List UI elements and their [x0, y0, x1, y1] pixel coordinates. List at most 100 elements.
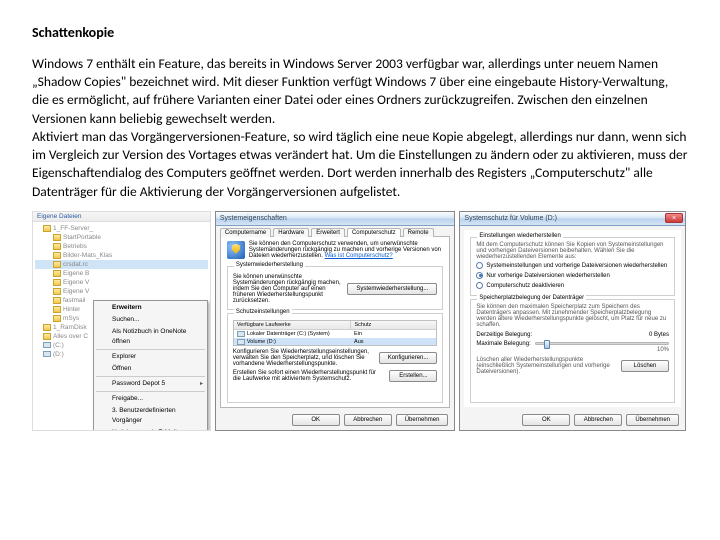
help-link[interactable]: Was ist Computerschutz?: [325, 253, 393, 259]
cancel-button[interactable]: Abbrechen: [344, 414, 392, 426]
tab-computerschutz[interactable]: Computerschutz: [347, 228, 401, 237]
tree-item[interactable]: crsdat.rc: [35, 260, 208, 269]
context-menu-item[interactable]: Als Notizbuch in OneNote öffnen: [94, 326, 207, 348]
folder-icon: [43, 333, 51, 340]
folder-icon: [43, 324, 51, 331]
screenshot-row: Eigene Dateien 1_FF-Server_StartPortable…: [32, 211, 686, 431]
group-legend: Schutzeinstellungen: [234, 309, 292, 315]
col-drive: Verfügbare Laufwerke: [234, 321, 352, 329]
context-menu-item[interactable]: Explorer: [94, 351, 207, 363]
restore-text: Sie können unerwünschte Systemänderungen…: [233, 274, 343, 304]
tree-item-label: Bilder-Mats_Klas: [63, 251, 112, 260]
tree-item[interactable]: Betriebs: [35, 242, 208, 251]
intro-text: Sie können den Computerschutz verwenden,…: [249, 241, 444, 259]
delete-button[interactable]: Löschen: [621, 360, 669, 372]
disk-usage-groupbox: Speicherplatzbelegung der Datenträger Si…: [470, 299, 675, 403]
folder-icon: [53, 252, 61, 259]
drive-icon: [43, 342, 51, 348]
max-usage-slider[interactable]: [535, 342, 669, 345]
folder-icon: [53, 288, 61, 295]
tree-item[interactable]: Eigene B: [35, 269, 208, 278]
tree-item-label: 1_FF-Server_: [53, 224, 93, 233]
ok-button[interactable]: OK: [292, 414, 340, 426]
volume-protection-dialog: Systemschutz für Volume (D:) × Einstellu…: [459, 211, 686, 431]
tree-item-label: Eigene V: [63, 287, 89, 296]
group-legend: Speicherplatzbelegung der Datenträger: [477, 295, 586, 301]
ok-button[interactable]: OK: [522, 414, 570, 426]
create-text: Erstellen Sie sofort einen Wiederherstel…: [233, 370, 386, 382]
tree-item-label: Alles over C: [53, 332, 88, 341]
context-menu-item[interactable]: Suchen...: [94, 314, 207, 326]
tree-item-label: (D:): [53, 350, 64, 359]
context-menu-item[interactable]: Password Depot 5▸: [94, 378, 207, 390]
titlebar: Systemeigenschaften: [216, 212, 455, 226]
group-legend: Systemwiederherstellung: [234, 262, 305, 268]
folder-icon: [53, 234, 61, 241]
drive-icon: [43, 351, 51, 357]
configure-text: Konfigurieren Sie Wiederherstellungseins…: [233, 349, 375, 367]
page-title: Schattenkopie: [32, 24, 688, 41]
tree-item-label: Eigene V: [63, 278, 89, 287]
tabs[interactable]: ComputernameHardwareErweitertComputersch…: [216, 226, 455, 237]
drive-icon: [237, 331, 245, 337]
folder-icon: [53, 306, 61, 313]
context-menu-item[interactable]: 3. Benutzerdefinierten Vorgänger: [94, 405, 207, 427]
max-usage-value: 10%: [476, 347, 669, 353]
tree-item[interactable]: Eigene V: [35, 287, 208, 296]
max-usage-label: Maximale Belegung:: [476, 341, 530, 347]
drive-list[interactable]: Verfügbare Laufwerke Schutz Lokaler Date…: [233, 320, 438, 346]
tree-item[interactable]: Bilder-Mats_Klas: [35, 251, 208, 260]
explorer-tree-panel: Eigene Dateien 1_FF-Server_StartPortable…: [32, 211, 211, 431]
apply-button[interactable]: Übernehmen: [626, 414, 679, 426]
drive-status: Aus: [351, 338, 436, 346]
folder-icon: [53, 261, 61, 268]
system-properties-dialog: Systemeigenschaften ComputernameHardware…: [215, 211, 456, 431]
context-menu-item[interactable]: Öffnen: [94, 363, 207, 375]
shield-icon: [227, 241, 245, 259]
folder-icon: [53, 243, 61, 250]
create-button[interactable]: Erstellen...: [389, 370, 437, 382]
tree-header: Eigene Dateien: [33, 212, 210, 222]
system-restore-button[interactable]: Systemwiederherstellung...: [347, 283, 437, 295]
col-protection: Schutz: [351, 321, 436, 329]
drive-name: Volume (D:): [247, 339, 276, 345]
tree-item[interactable]: StartPortable: [35, 233, 208, 242]
drive-status: Ein: [351, 330, 436, 338]
tab-hardware[interactable]: Hardware: [273, 228, 309, 237]
configure-button[interactable]: Konfigurieren...: [379, 352, 438, 364]
drive-name: Lokaler Datenträger (C:) (System): [247, 331, 330, 337]
context-menu-item[interactable]: Erweitern: [94, 302, 207, 314]
apply-button[interactable]: Übernehmen: [396, 414, 449, 426]
radio-files-only[interactable]: Nur vorherige Dateiversionen wiederherst…: [476, 272, 669, 280]
tree-item-label: Hinter: [63, 305, 80, 314]
restore-settings-groupbox: Einstellungen wiederherstellen Mit dem C…: [470, 237, 675, 296]
folder-icon: [53, 315, 61, 322]
tab-remote[interactable]: Remote: [403, 228, 434, 237]
context-menu[interactable]: ErweiternSuchen...Als Notizbuch in OneNo…: [93, 300, 208, 431]
context-menu-item[interactable]: Notizknoten als E-Mail senden...: [94, 427, 207, 431]
tree-item-label: crsdat.rc: [63, 260, 88, 269]
drive-row[interactable]: Volume (D:) Aus: [234, 338, 437, 346]
current-usage-value: 0 Bytes: [649, 332, 669, 338]
tab-computername[interactable]: Computername: [220, 228, 271, 237]
folder-icon: [53, 297, 61, 304]
tree-item[interactable]: 1_FF-Server_: [35, 224, 208, 233]
tab-erweitert[interactable]: Erweitert: [311, 228, 345, 237]
titlebar: Systemschutz für Volume (D:) ×: [460, 212, 685, 226]
radio-disable[interactable]: Computerschutz deaktivieren: [476, 282, 669, 290]
cancel-button[interactable]: Abbrechen: [574, 414, 622, 426]
protection-settings-groupbox: Schutzeinstellungen Verfügbare Laufwerke…: [227, 313, 444, 403]
restore-groupbox: Systemwiederherstellung Sie können unerw…: [227, 266, 444, 310]
folder-icon: [53, 270, 61, 277]
tree-item-label: (C:): [53, 341, 64, 350]
radio-system-and-files[interactable]: Systemeinstellungen und vorherige Dateiv…: [476, 262, 669, 270]
usage-text: Sie können den maximalen Speicherplatz z…: [476, 304, 669, 328]
drive-row[interactable]: Lokaler Datenträger (C:) (System) Ein: [234, 330, 437, 338]
folder-icon: [53, 279, 61, 286]
context-menu-item[interactable]: Freigabe...: [94, 393, 207, 405]
close-icon[interactable]: ×: [665, 213, 683, 223]
tree-item-label: StartPortable: [63, 233, 101, 242]
tree-item[interactable]: Eigene V: [35, 278, 208, 287]
drive-icon: [237, 339, 245, 345]
folder-icon: [43, 225, 51, 232]
